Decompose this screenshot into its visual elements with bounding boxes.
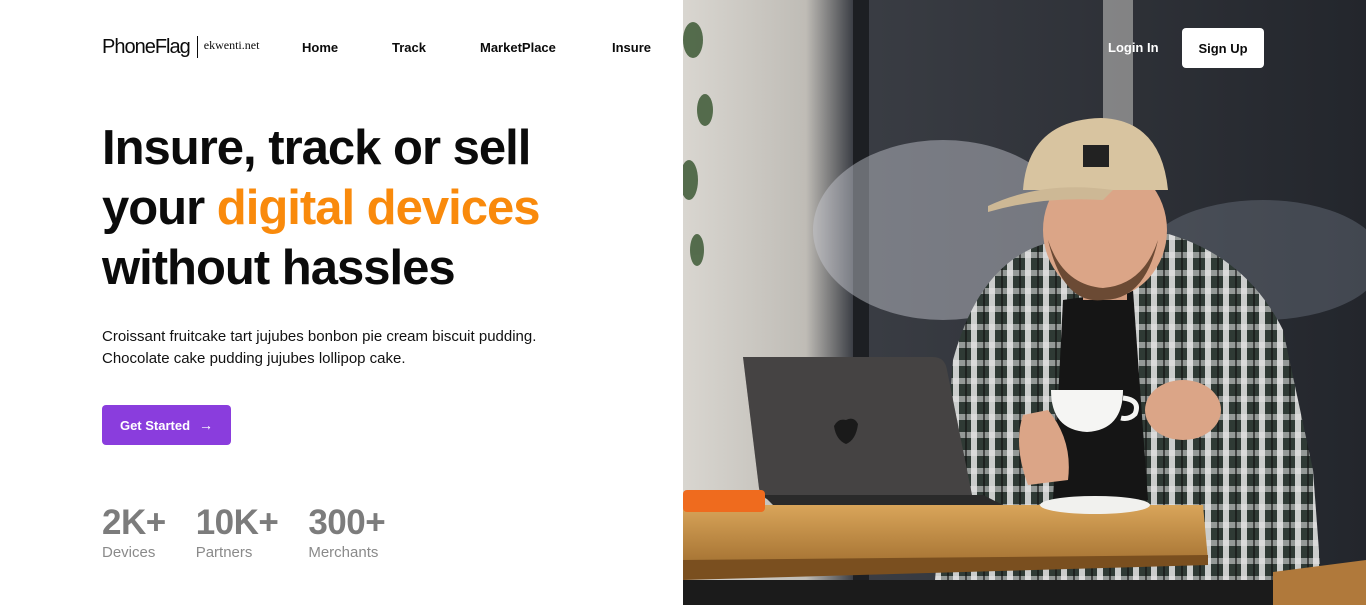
hero-title-line2-prefix: your xyxy=(102,181,217,235)
nav-track[interactable]: Track xyxy=(392,40,426,55)
stat-devices: 2K+ Devices xyxy=(102,502,166,564)
arrow-right-icon: → xyxy=(199,417,214,433)
stat-value: 2K+ xyxy=(102,503,166,542)
hero-title: Insure, track or sell your digital devic… xyxy=(102,118,662,298)
get-started-button[interactable]: Get Started → xyxy=(102,405,231,445)
hero-title-line3: without hassles xyxy=(102,241,456,295)
signup-button[interactable]: Sign Up xyxy=(1182,28,1264,68)
stats: 2K+ Devices 10K+ Partners 300+ Merchants xyxy=(102,502,415,564)
stat-value: 10K+ xyxy=(195,503,279,542)
hero-photo xyxy=(683,0,1366,605)
get-started-label: Get Started xyxy=(119,417,191,433)
logo-brand: PhoneFlag xyxy=(102,35,191,58)
hero-description: Croissant fruitcake tart jujubes bonbon … xyxy=(102,326,622,370)
hero-description-line2: Chocolate cake pudding jujubes lollipop … xyxy=(102,350,406,367)
nav-insure[interactable]: Insure xyxy=(612,40,651,55)
logo-sub: ekwenti.net xyxy=(203,37,260,52)
nav-marketplace[interactable]: MarketPlace xyxy=(480,40,556,55)
stat-label: Devices xyxy=(102,544,156,561)
logo-divider xyxy=(196,36,198,58)
hero-title-line1: Insure, track or sell xyxy=(102,121,531,175)
stat-partners: 10K+ Partners xyxy=(196,502,279,564)
stat-value: 300+ xyxy=(308,503,386,542)
stat-merchants: 300+ Merchants xyxy=(308,502,385,564)
hero-description-line1: Croissant fruitcake tart jujubes bonbon … xyxy=(102,328,537,345)
stat-label: Partners xyxy=(195,544,253,561)
hero-title-accent: digital devices xyxy=(216,181,541,235)
logo[interactable]: PhoneFlag ekwenti.net xyxy=(102,34,259,60)
stat-label: Merchants xyxy=(308,544,379,561)
nav-home[interactable]: Home xyxy=(302,40,338,55)
login-link[interactable]: Login In xyxy=(1108,40,1159,55)
